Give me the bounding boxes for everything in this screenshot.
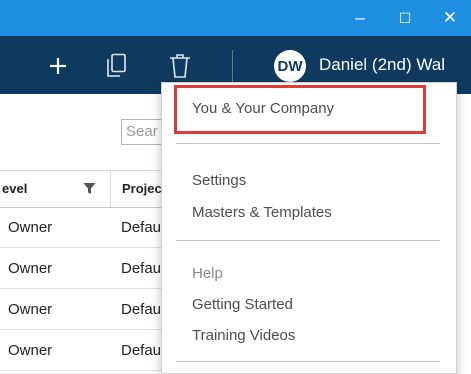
cell-level: Owner	[8, 301, 53, 318]
menu-item-settings[interactable]: Settings	[192, 172, 246, 189]
minimize-icon: –	[355, 8, 365, 27]
close-button[interactable]: ✕	[430, 0, 470, 36]
menu-item-getting-started[interactable]: Getting Started	[192, 296, 293, 313]
menu-item-training-videos[interactable]: Training Videos	[192, 327, 295, 344]
menu-separator	[176, 143, 440, 144]
maximize-button[interactable]: ☐	[385, 0, 425, 36]
column-header-project[interactable]: Projec	[122, 181, 162, 196]
table-row[interactable]: Owner Defau	[0, 207, 171, 248]
copy-icon	[107, 53, 126, 77]
filter-icon[interactable]	[83, 182, 96, 195]
minimize-button[interactable]: –	[340, 0, 380, 36]
table-row[interactable]: Owner Defau	[0, 289, 171, 330]
cell-level: Owner	[8, 342, 53, 359]
menu-separator	[176, 361, 440, 362]
title-bar: – ☐ ✕	[0, 0, 471, 36]
cell-project: Defau	[121, 342, 162, 359]
table-row[interactable]: Owner Defau	[0, 248, 171, 289]
cell-project: Defau	[121, 260, 162, 277]
table-header: evel Projec	[0, 170, 171, 208]
plus-icon	[50, 58, 66, 74]
toolbar-divider	[232, 50, 233, 82]
trash-icon	[170, 54, 190, 78]
menu-item-help[interactable]: Help	[192, 265, 223, 282]
cell-project: Defau	[121, 301, 162, 318]
menu-item-masters-templates[interactable]: Masters & Templates	[192, 204, 332, 221]
maximize-icon: ☐	[398, 9, 412, 26]
menu-separator	[176, 240, 440, 241]
cell-level: Owner	[8, 260, 53, 277]
duplicate-button[interactable]	[102, 51, 130, 81]
cell-level: Owner	[8, 219, 53, 236]
table-row[interactable]: Owner Defau	[0, 330, 171, 371]
cell-project: Defau	[121, 219, 162, 236]
delete-button[interactable]	[166, 50, 194, 82]
column-separator	[110, 171, 111, 207]
user-menu: You & Your Company Settings Masters & Te…	[161, 82, 457, 374]
menu-item-you-and-your-company[interactable]: You & Your Company	[192, 100, 334, 117]
avatar[interactable]: DW	[274, 50, 306, 82]
column-header-level[interactable]: evel	[2, 181, 27, 196]
user-name[interactable]: Daniel (2nd) Wal	[319, 55, 445, 75]
add-button[interactable]	[44, 52, 72, 80]
close-icon: ✕	[442, 8, 458, 27]
